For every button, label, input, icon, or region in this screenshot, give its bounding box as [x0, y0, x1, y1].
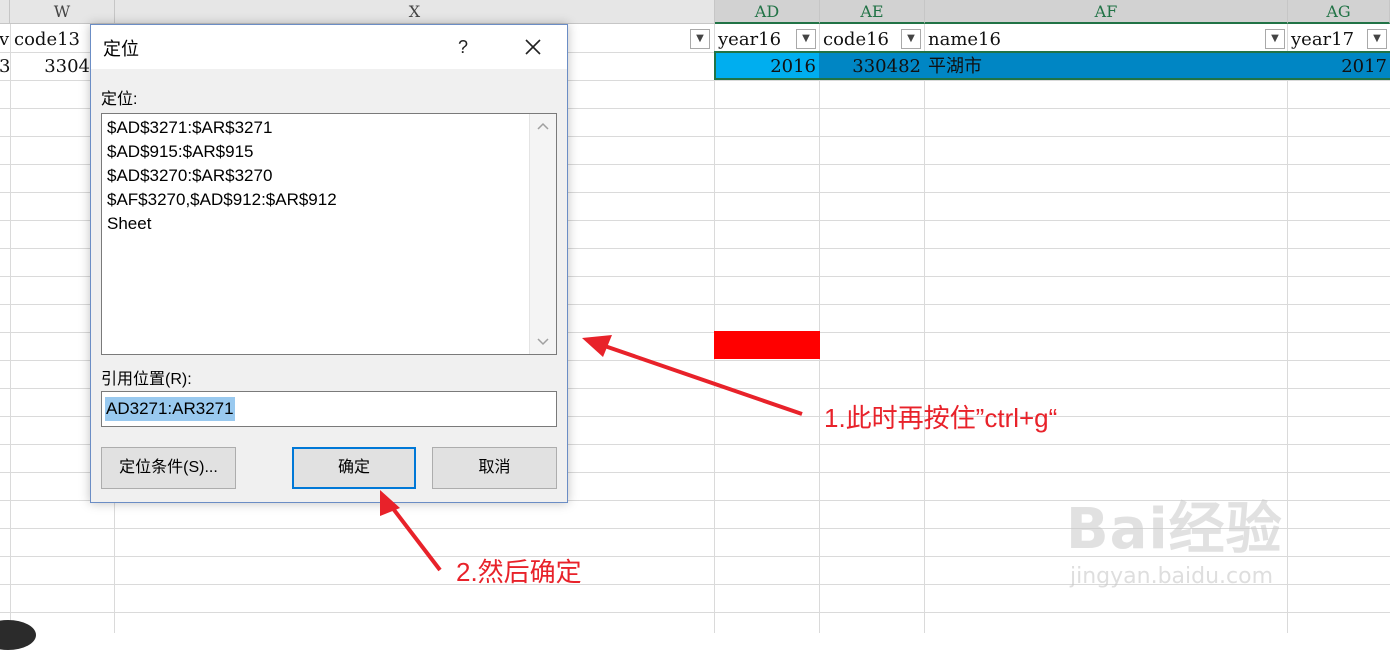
annotation-arrows: [380, 335, 803, 572]
arrow-to-ok-button: [380, 490, 442, 572]
arrow-to-list: [582, 335, 803, 416]
annotation-step1: 1.此时再按住”ctrl+g“: [824, 403, 1058, 433]
annotation-step2: 2.然后确定: [456, 557, 582, 587]
